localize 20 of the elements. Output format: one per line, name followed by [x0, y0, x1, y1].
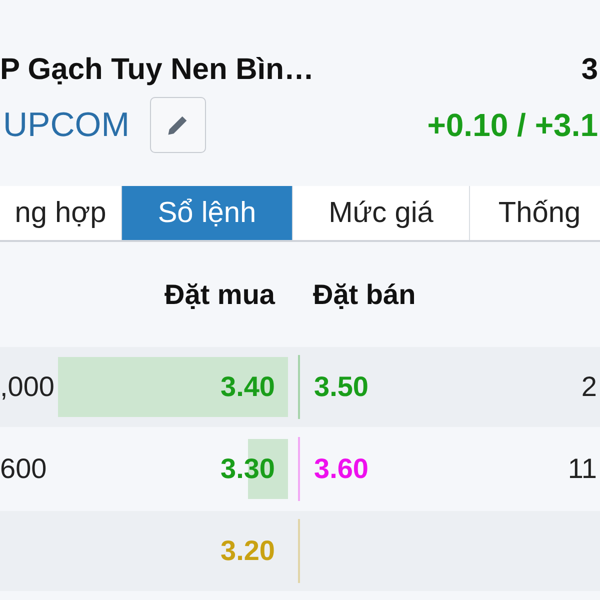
ask-price: 3.60: [314, 453, 368, 485]
ask-volume: 11: [568, 453, 597, 485]
exchange-label: UPCOM: [3, 106, 130, 144]
column-header: Đặt bán: [313, 278, 417, 310]
bid-price: 3.40: [220, 371, 275, 403]
tab[interactable]: ng hợp: [0, 186, 122, 240]
ask-volume: 2: [581, 371, 597, 403]
stock-price: 3: [581, 53, 598, 87]
column-header: Đặt mua: [164, 278, 275, 310]
tab[interactable]: Mức giá: [293, 186, 470, 240]
stock-name: P Gạch Tuy Nen Bìn…: [0, 53, 314, 87]
bid-volume: ,000: [0, 371, 54, 403]
price-change: +0.10 / +3.1: [427, 106, 598, 144]
ask-price: 3.50: [314, 371, 368, 403]
bid-price: 3.20: [220, 535, 275, 567]
tab[interactable]: Thống: [470, 186, 600, 240]
bid-volume: 600: [0, 453, 47, 485]
tab[interactable]: Sổ lệnh: [122, 186, 293, 240]
bid-price: 3.30: [220, 453, 275, 485]
edit-button[interactable]: [150, 97, 206, 153]
